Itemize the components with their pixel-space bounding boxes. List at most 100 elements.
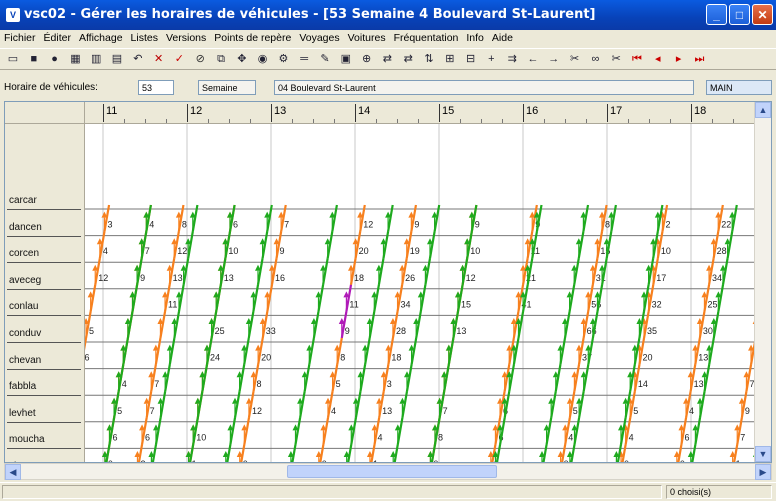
prev-icon[interactable]: ◂ xyxy=(651,52,665,66)
passenger-count: 28 xyxy=(396,326,406,336)
hour-label: 15 xyxy=(442,105,455,117)
save-icon[interactable]: ■ xyxy=(27,52,41,66)
stop-name-moucha[interactable]: moucha xyxy=(9,434,45,445)
scissors-icon[interactable]: ✂ xyxy=(609,52,623,66)
undo-icon[interactable]: ↶ xyxy=(131,52,145,66)
minimize-button[interactable]: _ xyxy=(706,4,727,25)
stop-name-aveceg[interactable]: aveceg xyxy=(9,275,41,286)
stop-name-conduv[interactable]: conduv xyxy=(9,328,41,339)
passenger-count: 7 xyxy=(740,432,745,442)
status-message xyxy=(2,485,662,499)
tools-icon[interactable]: ✂ xyxy=(568,52,582,66)
calendar-icon[interactable]: ▤ xyxy=(110,52,124,66)
menu-points-de-repère[interactable]: Points de repère xyxy=(210,30,295,44)
hour-tick xyxy=(607,104,608,122)
passenger-count: 9 xyxy=(414,220,419,230)
scroll-left-button[interactable]: ◀ xyxy=(5,464,21,480)
menu-affichage[interactable]: Affichage xyxy=(75,30,127,44)
stop-name-conlau[interactable]: conlau xyxy=(9,301,38,312)
menu-voitures[interactable]: Voitures xyxy=(344,30,390,44)
add-trips-icon[interactable]: ⇉ xyxy=(505,52,519,66)
passenger-count: 6 xyxy=(233,220,238,230)
passenger-count: 8 xyxy=(257,379,262,389)
arrow-right-icon[interactable]: → xyxy=(547,52,561,66)
cancel-icon[interactable]: ⊘ xyxy=(193,52,207,66)
swap-icon[interactable]: ⇄ xyxy=(380,52,394,66)
schedule-number-field[interactable]: 53 xyxy=(138,80,174,95)
horizontal-scroll-thumb[interactable] xyxy=(287,465,497,478)
stop-name-chevan[interactable]: chevan xyxy=(9,355,41,366)
split-icon[interactable]: ⊟ xyxy=(464,52,478,66)
delete-icon[interactable]: ✕ xyxy=(152,52,166,66)
menu-versions[interactable]: Versions xyxy=(162,30,210,44)
route-field[interactable]: 04 Boulevard St-Laurent xyxy=(274,80,694,95)
stop-name-corcen[interactable]: corcen xyxy=(9,248,39,259)
stop-name-carcar[interactable]: carcar xyxy=(9,195,37,206)
maximize-button[interactable]: □ xyxy=(729,4,750,25)
scroll-up-button[interactable]: ▲ xyxy=(755,102,771,118)
quarter-tick xyxy=(418,119,419,123)
hour-tick xyxy=(691,104,692,122)
stop-divider xyxy=(7,209,81,210)
mode-field: MAIN xyxy=(706,80,772,95)
swap-icon[interactable]: ⇄ xyxy=(401,52,415,66)
info-bar: Horaire de véhicules: 53 Semaine 04 Boul… xyxy=(0,80,776,97)
passenger-count: 4 xyxy=(568,432,573,442)
menu-listes[interactable]: Listes xyxy=(127,30,162,44)
toolbar: ▭ ■ ● ▦ ▥ ▤ ↶ ✕ ✓ ⊘ ⧉ ✥ ◉ ⚙ ═ ✎ ▣ ⊕ ⇄ ⇄ ⇅ ⊞ ⊟ + ⇉ ← → ✂ ∞ ✂ ⏮ ◂ ▸ ⏭ xyxy=(0,48,776,70)
quarter-tick xyxy=(376,119,377,123)
pen-icon[interactable]: ✎ xyxy=(318,52,332,66)
passenger-count: 9 xyxy=(280,246,285,256)
grid-icon[interactable]: ▦ xyxy=(68,52,82,66)
menu-fichier[interactable]: Fichier xyxy=(0,30,40,44)
selection-count: 0 choisi(s) xyxy=(666,485,772,499)
arrow-left-icon[interactable]: ← xyxy=(526,52,540,66)
move-icon[interactable]: ✥ xyxy=(235,52,249,66)
close-button[interactable]: ✕ xyxy=(752,4,773,25)
stop-name-levhet[interactable]: levhet xyxy=(9,408,36,419)
quarter-tick xyxy=(544,119,545,123)
stop-divider xyxy=(7,315,81,317)
stop-name-fabbla[interactable]: fabbla xyxy=(9,381,36,392)
stop-name-dancen[interactable]: dancen xyxy=(9,222,42,233)
add-icon[interactable]: + xyxy=(484,52,498,66)
passenger-count: 5 xyxy=(117,406,122,416)
last-icon[interactable]: ⏭ xyxy=(692,52,706,66)
menu-info[interactable]: Info xyxy=(462,30,488,44)
menu-voyages[interactable]: Voyages xyxy=(295,30,343,44)
passenger-count: 6 xyxy=(85,353,89,363)
scroll-right-button[interactable]: ▶ xyxy=(755,464,771,480)
sort-icon[interactable]: ⇅ xyxy=(422,52,436,66)
orange-trip: 22283425301313460 xyxy=(673,204,731,462)
gear-icon[interactable]: ⚙ xyxy=(276,52,290,66)
info-icon[interactable]: ● xyxy=(48,52,62,66)
passenger-count: 6 xyxy=(113,432,118,442)
import-icon[interactable]: ⧉ xyxy=(214,52,228,66)
dash-icon[interactable]: ═ xyxy=(297,52,311,66)
merge-icon[interactable]: ⊞ xyxy=(443,52,457,66)
check-icon[interactable]: ✓ xyxy=(172,52,186,66)
green-trip xyxy=(539,204,590,462)
passenger-count: 12 xyxy=(363,220,373,230)
passenger-count: 4 xyxy=(103,246,108,256)
menu-éditer[interactable]: Éditer xyxy=(40,30,75,44)
menu-aide[interactable]: Aide xyxy=(488,30,517,44)
horizontal-scrollbar[interactable]: ◀ ▶ xyxy=(4,463,772,480)
new-icon[interactable]: ▭ xyxy=(6,52,20,66)
schedule-type-field[interactable]: Semaine xyxy=(198,80,256,95)
vertical-scrollbar[interactable]: ▲ ▼ xyxy=(754,102,771,462)
scroll-down-button[interactable]: ▼ xyxy=(755,446,771,462)
binoculars-icon[interactable]: ◉ xyxy=(256,52,270,66)
hour-label: 12 xyxy=(190,105,203,117)
menu-fréquentation[interactable]: Fréquentation xyxy=(390,30,463,44)
passenger-count: 25 xyxy=(215,326,225,336)
table-icon[interactable]: ▣ xyxy=(339,52,353,66)
zoom-icon[interactable]: ⊕ xyxy=(360,52,374,66)
first-icon[interactable]: ⏮ xyxy=(630,52,644,66)
trip-graph[interactable]: 3412562304794560812131177626101325241017… xyxy=(85,124,755,463)
passenger-count: 4 xyxy=(122,379,127,389)
chart-icon[interactable]: ▥ xyxy=(89,52,103,66)
next-icon[interactable]: ▸ xyxy=(672,52,686,66)
passenger-count: 6 xyxy=(684,432,689,442)
link-icon[interactable]: ∞ xyxy=(588,52,602,66)
